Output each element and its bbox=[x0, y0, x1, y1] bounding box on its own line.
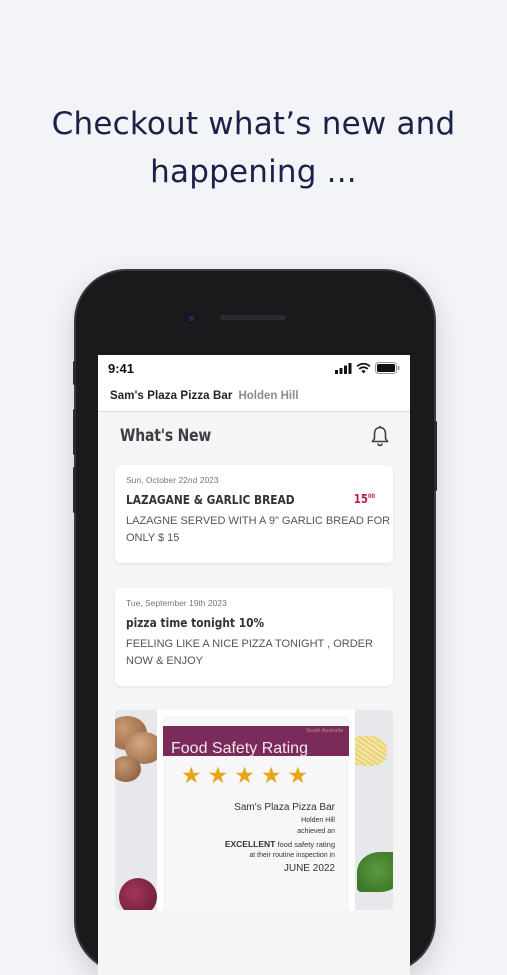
headline-line-2: happening ... bbox=[150, 154, 357, 190]
food-safety-certificate: South Australia Food Safety Rating ★ ★ ★… bbox=[163, 716, 349, 910]
volume-down-button bbox=[73, 467, 76, 513]
wifi-icon bbox=[356, 362, 371, 373]
restaurant-name[interactable]: Sam's Plaza Pizza Bar bbox=[110, 390, 232, 402]
cheese-decoration bbox=[347, 736, 387, 766]
news-card[interactable]: Tue, September 19th 2023 pizza time toni… bbox=[115, 588, 393, 686]
battery-icon bbox=[375, 362, 400, 374]
onion-decoration bbox=[119, 878, 157, 910]
certificate-business: Sam's Plaza Pizza Bar bbox=[234, 802, 335, 813]
status-icons bbox=[335, 362, 400, 374]
whats-new-header: What's New bbox=[98, 414, 410, 458]
news-price: 1500 bbox=[354, 492, 375, 506]
star-icon: ★ bbox=[181, 762, 202, 788]
news-price-cents: 00 bbox=[367, 493, 375, 500]
certificate-region: South Australia bbox=[306, 728, 343, 734]
restaurant-location[interactable]: Holden Hill bbox=[238, 390, 298, 402]
page-title: What's New bbox=[120, 426, 212, 446]
news-date: Tue, September 19th 2023 bbox=[126, 598, 227, 608]
star-icon: ★ bbox=[234, 762, 255, 788]
front-camera bbox=[188, 315, 195, 322]
star-icon: ★ bbox=[260, 762, 282, 788]
certificate-date: JUNE 2022 bbox=[283, 863, 335, 874]
news-date: Sun, October 22nd 2023 bbox=[126, 475, 219, 485]
volume-up-button bbox=[73, 409, 76, 455]
power-button bbox=[434, 421, 437, 491]
rating-stars: ★ ★ ★ ★ ★ bbox=[181, 764, 308, 787]
headline: Checkout what’s new and happening ... bbox=[0, 100, 507, 196]
certificate-suburb: Holden Hill bbox=[301, 817, 335, 824]
news-body: LAZAGNE SERVED WITH A 9" GARLIC BREAD FO… bbox=[126, 515, 391, 544]
signal-icon bbox=[335, 362, 352, 374]
phone-screen: 9:41 Sam's Plaza Pizza Bar Holden Hill W… bbox=[98, 355, 410, 975]
certificate-inspection: at their routine inspection in bbox=[249, 852, 335, 859]
certificate-heading: Food Safety Rating bbox=[171, 740, 308, 757]
certificate-details: Sam's Plaza Pizza Bar Holden Hill achiev… bbox=[225, 802, 335, 874]
basil-decoration bbox=[357, 852, 393, 892]
headline-line-1: Checkout what’s new and bbox=[51, 106, 456, 142]
certificate-rating-line: EXCELLENT food safety rating bbox=[225, 839, 335, 849]
promo-image[interactable]: South Australia Food Safety Rating ★ ★ ★… bbox=[115, 710, 393, 910]
star-icon: ★ bbox=[207, 762, 229, 788]
app-header: Sam's Plaza Pizza Bar Holden Hill bbox=[98, 381, 410, 412]
news-title: LAZAGANE & GARLIC BREAD bbox=[126, 492, 295, 507]
news-body: FEELING LIKE A NICE PIZZA TONIGHT , ORDE… bbox=[126, 638, 373, 667]
phone-side-button bbox=[73, 361, 76, 385]
earpiece-speaker bbox=[220, 315, 286, 320]
certificate-banner: South Australia Food Safety Rating bbox=[163, 726, 349, 757]
phone-frame: 9:41 Sam's Plaza Pizza Bar Holden Hill W… bbox=[73, 271, 437, 975]
certificate-rating-text: food safety rating bbox=[277, 840, 335, 849]
news-price-dollars: 15 bbox=[353, 492, 368, 506]
certificate-excellent: EXCELLENT bbox=[224, 839, 276, 849]
status-time: 9:41 bbox=[108, 360, 135, 376]
star-icon: ★ bbox=[287, 762, 309, 788]
status-bar: 9:41 bbox=[98, 355, 410, 381]
news-title: pizza time tonight 10% bbox=[126, 615, 265, 630]
news-card[interactable]: Sun, October 22nd 2023 LAZAGANE & GARLIC… bbox=[115, 465, 393, 563]
bell-icon[interactable] bbox=[370, 425, 390, 447]
mushroom-decoration bbox=[115, 756, 141, 782]
certificate-achieved: achieved an bbox=[297, 828, 335, 835]
